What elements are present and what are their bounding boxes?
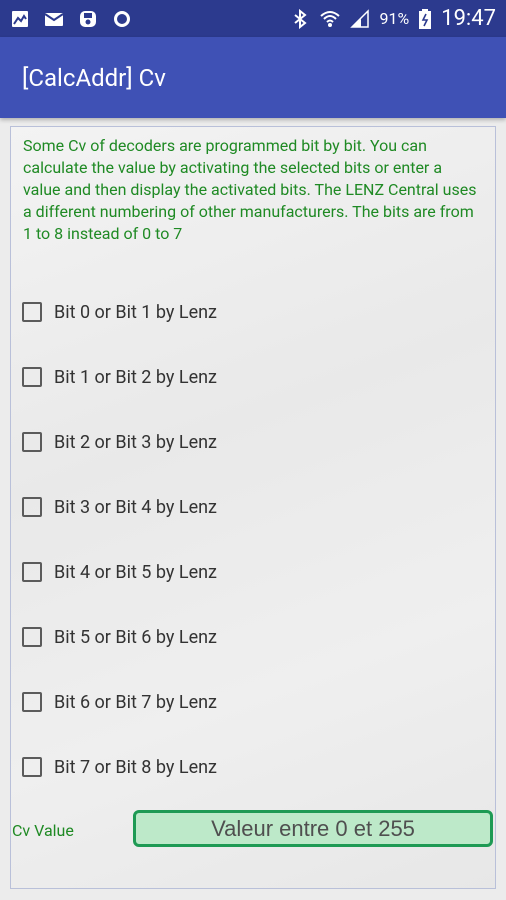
- bit-row-2[interactable]: Bit 2 or Bit 3 by Lenz: [22, 427, 322, 457]
- checkbox-bit-5[interactable]: [22, 627, 42, 647]
- checkbox-bit-7[interactable]: [22, 757, 42, 777]
- checkbox-bit-2[interactable]: [22, 432, 42, 452]
- app-bar: [CalcAddr] Cv: [0, 37, 506, 118]
- status-bar: 91% 19:47: [0, 0, 506, 37]
- bit-label: Bit 4 or Bit 5 by Lenz: [54, 561, 217, 583]
- bit-row-3[interactable]: Bit 3 or Bit 4 by Lenz: [22, 492, 322, 522]
- checkbox-bit-0[interactable]: [22, 302, 42, 322]
- cv-value-input[interactable]: [133, 810, 493, 847]
- bit-row-0[interactable]: Bit 0 or Bit 1 by Lenz: [22, 297, 322, 327]
- bit-row-7[interactable]: Bit 7 or Bit 8 by Lenz: [22, 752, 322, 782]
- status-time: 19:47: [441, 6, 496, 31]
- bit-row-6[interactable]: Bit 6 or Bit 7 by Lenz: [22, 687, 322, 717]
- wifi-icon: [319, 10, 340, 27]
- bit-label: Bit 3 or Bit 4 by Lenz: [54, 496, 217, 518]
- image-icon: [12, 10, 28, 27]
- description-text: Some Cv of decoders are programmed bit b…: [23, 136, 477, 243]
- bit-row-1[interactable]: Bit 1 or Bit 2 by Lenz: [22, 362, 322, 392]
- bit-row-4[interactable]: Bit 4 or Bit 5 by Lenz: [22, 557, 322, 587]
- checkbox-bit-1[interactable]: [22, 367, 42, 387]
- signal-icon: [349, 8, 369, 28]
- bit-label: Bit 6 or Bit 7 by Lenz: [54, 691, 217, 713]
- bluetooth-icon: [293, 8, 307, 29]
- battery-percent: 91%: [379, 9, 410, 28]
- status-left-icons: [10, 9, 132, 29]
- bit-row-5[interactable]: Bit 5 or Bit 6 by Lenz: [22, 622, 322, 652]
- mail-icon: [44, 12, 64, 26]
- save-icon: [80, 10, 96, 27]
- bit-label: Bit 7 or Bit 8 by Lenz: [54, 756, 217, 778]
- checkbox-bit-6[interactable]: [22, 692, 42, 712]
- bit-label: Bit 1 or Bit 2 by Lenz: [54, 366, 217, 388]
- app-title: [CalcAddr] Cv: [22, 63, 166, 92]
- circle-icon: [114, 10, 130, 27]
- status-right-icons: 91% 19:47: [290, 6, 496, 31]
- checkbox-bit-3[interactable]: [22, 497, 42, 517]
- cv-value-label: Cv Value: [12, 821, 74, 840]
- battery-icon: [419, 8, 432, 29]
- bit-label: Bit 0 or Bit 1 by Lenz: [54, 301, 217, 323]
- checkbox-bit-4[interactable]: [22, 562, 42, 582]
- bit-label: Bit 2 or Bit 3 by Lenz: [54, 431, 217, 453]
- bit-label: Bit 5 or Bit 6 by Lenz: [54, 626, 217, 648]
- content-panel: Some Cv of decoders are programmed bit b…: [10, 126, 496, 889]
